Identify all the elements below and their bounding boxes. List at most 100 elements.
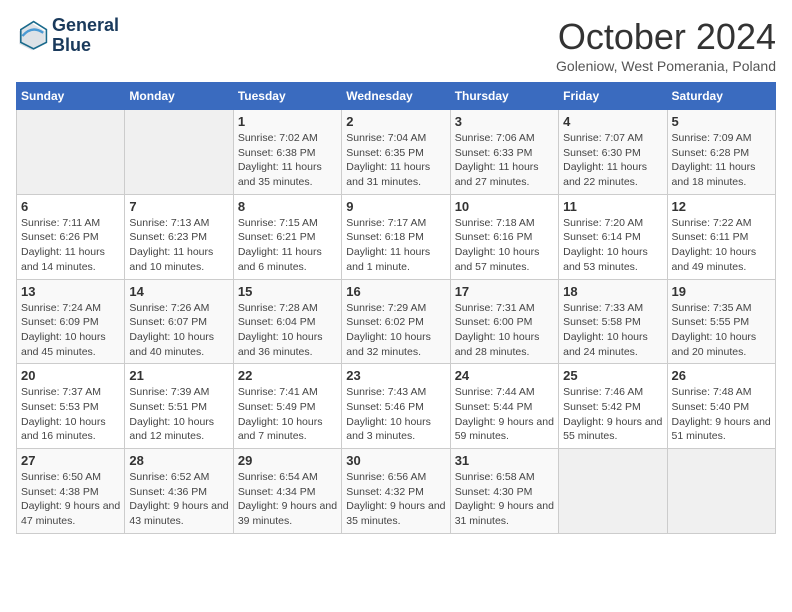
day-info: Sunrise: 6:56 AM Sunset: 4:32 PM Dayligh… (346, 470, 445, 529)
day-info: Sunrise: 6:54 AM Sunset: 4:34 PM Dayligh… (238, 470, 337, 529)
day-info: Sunrise: 7:15 AM Sunset: 6:21 PM Dayligh… (238, 216, 337, 275)
day-info: Sunrise: 7:13 AM Sunset: 6:23 PM Dayligh… (129, 216, 228, 275)
day-header-wednesday: Wednesday (342, 83, 450, 110)
calendar-cell: 1 Sunrise: 7:02 AM Sunset: 6:38 PM Daylig… (233, 110, 341, 195)
calendar-table: SundayMondayTuesdayWednesdayThursdayFrid… (16, 82, 776, 534)
day-number: 30 (346, 453, 445, 468)
title-block: October 2024 Goleniow, West Pomerania, P… (556, 16, 776, 74)
day-number: 31 (455, 453, 554, 468)
calendar-cell: 2Sunrise: 7:04 AM Sunset: 6:35 PM Daylig… (342, 110, 450, 195)
day-info: Sunrise: 7:22 AM Sunset: 6:11 PM Dayligh… (672, 216, 771, 275)
day-info: Sunrise: 7:39 AM Sunset: 5:51 PM Dayligh… (129, 385, 228, 444)
day-number: 26 (672, 368, 771, 383)
day-info: Sunrise: 7:28 AM Sunset: 6:04 PM Dayligh… (238, 301, 337, 360)
calendar-cell: 13 Sunrise: 7:24 AM Sunset: 6:09 PM Dayli… (17, 279, 125, 364)
day-info: Sunrise: 7:11 AM Sunset: 6:26 PM Dayligh… (21, 216, 120, 275)
calendar-cell: 31 Sunrise: 6:58 AM Sunset: 4:30 PM Dayli… (450, 449, 558, 534)
day-header-friday: Friday (559, 83, 667, 110)
page-header: General Blue October 2024 Goleniow, West… (16, 16, 776, 74)
calendar-cell: 29 Sunrise: 6:54 AM Sunset: 4:34 PM Dayli… (233, 449, 341, 534)
calendar-cell: 27 Sunrise: 6:50 AM Sunset: 4:38 PM Dayli… (17, 449, 125, 534)
day-number: 19 (672, 284, 771, 299)
day-number: 18 (563, 284, 662, 299)
day-number: 17 (455, 284, 554, 299)
day-number: 23 (346, 368, 445, 383)
calendar-cell: 19 Sunrise: 7:35 AM Sunset: 5:55 PM Dayli… (667, 279, 775, 364)
calendar-cell: 14 Sunrise: 7:26 AM Sunset: 6:07 PM Dayli… (125, 279, 233, 364)
day-number: 3 (455, 114, 554, 129)
calendar-cell: 12 Sunrise: 7:22 AM Sunset: 6:11 PM Dayli… (667, 194, 775, 279)
calendar-body: 1 Sunrise: 7:02 AM Sunset: 6:38 PM Daylig… (17, 110, 776, 534)
calendar-cell: 23 Sunrise: 7:43 AM Sunset: 5:46 PM Dayli… (342, 364, 450, 449)
calendar-cell: 28 Sunrise: 6:52 AM Sunset: 4:36 PM Dayli… (125, 449, 233, 534)
day-info: Sunrise: 7:20 AM Sunset: 6:14 PM Dayligh… (563, 216, 662, 275)
day-info: Sunrise: 7:26 AM Sunset: 6:07 PM Dayligh… (129, 301, 228, 360)
day-number: 15 (238, 284, 337, 299)
calendar-cell: 7 Sunrise: 7:13 AM Sunset: 6:23 PM Daylig… (125, 194, 233, 279)
calendar-cell: 22Sunrise: 7:41 AM Sunset: 5:49 PM Dayli… (233, 364, 341, 449)
day-info: Sunrise: 7:18 AM Sunset: 6:16 PM Dayligh… (455, 216, 554, 275)
day-number: 7 (129, 199, 228, 214)
logo-icon (16, 20, 48, 52)
day-info: Sunrise: 6:52 AM Sunset: 4:36 PM Dayligh… (129, 470, 228, 529)
calendar-cell: 3 Sunrise: 7:06 AM Sunset: 6:33 PM Daylig… (450, 110, 558, 195)
day-info: Sunrise: 7:17 AM Sunset: 6:18 PM Dayligh… (346, 216, 445, 275)
day-info: Sunrise: 7:35 AM Sunset: 5:55 PM Dayligh… (672, 301, 771, 360)
day-number: 21 (129, 368, 228, 383)
day-info: Sunrise: 7:41 AM Sunset: 5:49 PM Dayligh… (238, 385, 337, 444)
day-info: Sunrise: 7:04 AM Sunset: 6:35 PM Dayligh… (346, 131, 445, 190)
calendar-cell: 25 Sunrise: 7:46 AM Sunset: 5:42 PM Dayli… (559, 364, 667, 449)
day-info: Sunrise: 7:02 AM Sunset: 6:38 PM Dayligh… (238, 131, 337, 190)
day-info: Sunrise: 7:09 AM Sunset: 6:28 PM Dayligh… (672, 131, 771, 190)
day-info: Sunrise: 7:24 AM Sunset: 6:09 PM Dayligh… (21, 301, 120, 360)
calendar-week-row: 27 Sunrise: 6:50 AM Sunset: 4:38 PM Dayli… (17, 449, 776, 534)
day-number: 14 (129, 284, 228, 299)
day-header-thursday: Thursday (450, 83, 558, 110)
calendar-cell (125, 110, 233, 195)
day-number: 29 (238, 453, 337, 468)
day-header-sunday: Sunday (17, 83, 125, 110)
calendar-cell: 21 Sunrise: 7:39 AM Sunset: 5:51 PM Dayli… (125, 364, 233, 449)
day-number: 8 (238, 199, 337, 214)
calendar-week-row: 13 Sunrise: 7:24 AM Sunset: 6:09 PM Dayli… (17, 279, 776, 364)
day-number: 5 (672, 114, 771, 129)
calendar-cell: 9Sunrise: 7:17 AM Sunset: 6:18 PM Daylig… (342, 194, 450, 279)
day-header-saturday: Saturday (667, 83, 775, 110)
calendar-cell: 30 Sunrise: 6:56 AM Sunset: 4:32 PM Dayli… (342, 449, 450, 534)
calendar-cell: 18 Sunrise: 7:33 AM Sunset: 5:58 PM Dayli… (559, 279, 667, 364)
calendar-cell (667, 449, 775, 534)
day-info: Sunrise: 7:07 AM Sunset: 6:30 PM Dayligh… (563, 131, 662, 190)
day-info: Sunrise: 6:58 AM Sunset: 4:30 PM Dayligh… (455, 470, 554, 529)
day-info: Sunrise: 7:46 AM Sunset: 5:42 PM Dayligh… (563, 385, 662, 444)
day-number: 25 (563, 368, 662, 383)
logo: General Blue (16, 16, 119, 56)
calendar-cell: 6 Sunrise: 7:11 AM Sunset: 6:26 PM Daylig… (17, 194, 125, 279)
day-info: Sunrise: 7:37 AM Sunset: 5:53 PM Dayligh… (21, 385, 120, 444)
day-header-monday: Monday (125, 83, 233, 110)
calendar-header-row: SundayMondayTuesdayWednesdayThursdayFrid… (17, 83, 776, 110)
day-number: 11 (563, 199, 662, 214)
calendar-week-row: 6 Sunrise: 7:11 AM Sunset: 6:26 PM Daylig… (17, 194, 776, 279)
day-info: Sunrise: 7:44 AM Sunset: 5:44 PM Dayligh… (455, 385, 554, 444)
day-info: Sunrise: 7:29 AM Sunset: 6:02 PM Dayligh… (346, 301, 445, 360)
calendar-cell (17, 110, 125, 195)
day-number: 24 (455, 368, 554, 383)
day-info: Sunrise: 6:50 AM Sunset: 4:38 PM Dayligh… (21, 470, 120, 529)
day-number: 27 (21, 453, 120, 468)
location-subtitle: Goleniow, West Pomerania, Poland (556, 58, 776, 74)
calendar-cell: 10Sunrise: 7:18 AM Sunset: 6:16 PM Dayli… (450, 194, 558, 279)
day-number: 12 (672, 199, 771, 214)
calendar-cell: 20 Sunrise: 7:37 AM Sunset: 5:53 PM Dayli… (17, 364, 125, 449)
calendar-cell: 5 Sunrise: 7:09 AM Sunset: 6:28 PM Daylig… (667, 110, 775, 195)
day-info: Sunrise: 7:33 AM Sunset: 5:58 PM Dayligh… (563, 301, 662, 360)
day-number: 6 (21, 199, 120, 214)
day-info: Sunrise: 7:06 AM Sunset: 6:33 PM Dayligh… (455, 131, 554, 190)
day-info: Sunrise: 7:48 AM Sunset: 5:40 PM Dayligh… (672, 385, 771, 444)
day-number: 13 (21, 284, 120, 299)
logo-text: General Blue (52, 16, 119, 56)
day-number: 1 (238, 114, 337, 129)
day-number: 28 (129, 453, 228, 468)
day-number: 20 (21, 368, 120, 383)
day-info: Sunrise: 7:43 AM Sunset: 5:46 PM Dayligh… (346, 385, 445, 444)
calendar-cell: 11 Sunrise: 7:20 AM Sunset: 6:14 PM Dayli… (559, 194, 667, 279)
